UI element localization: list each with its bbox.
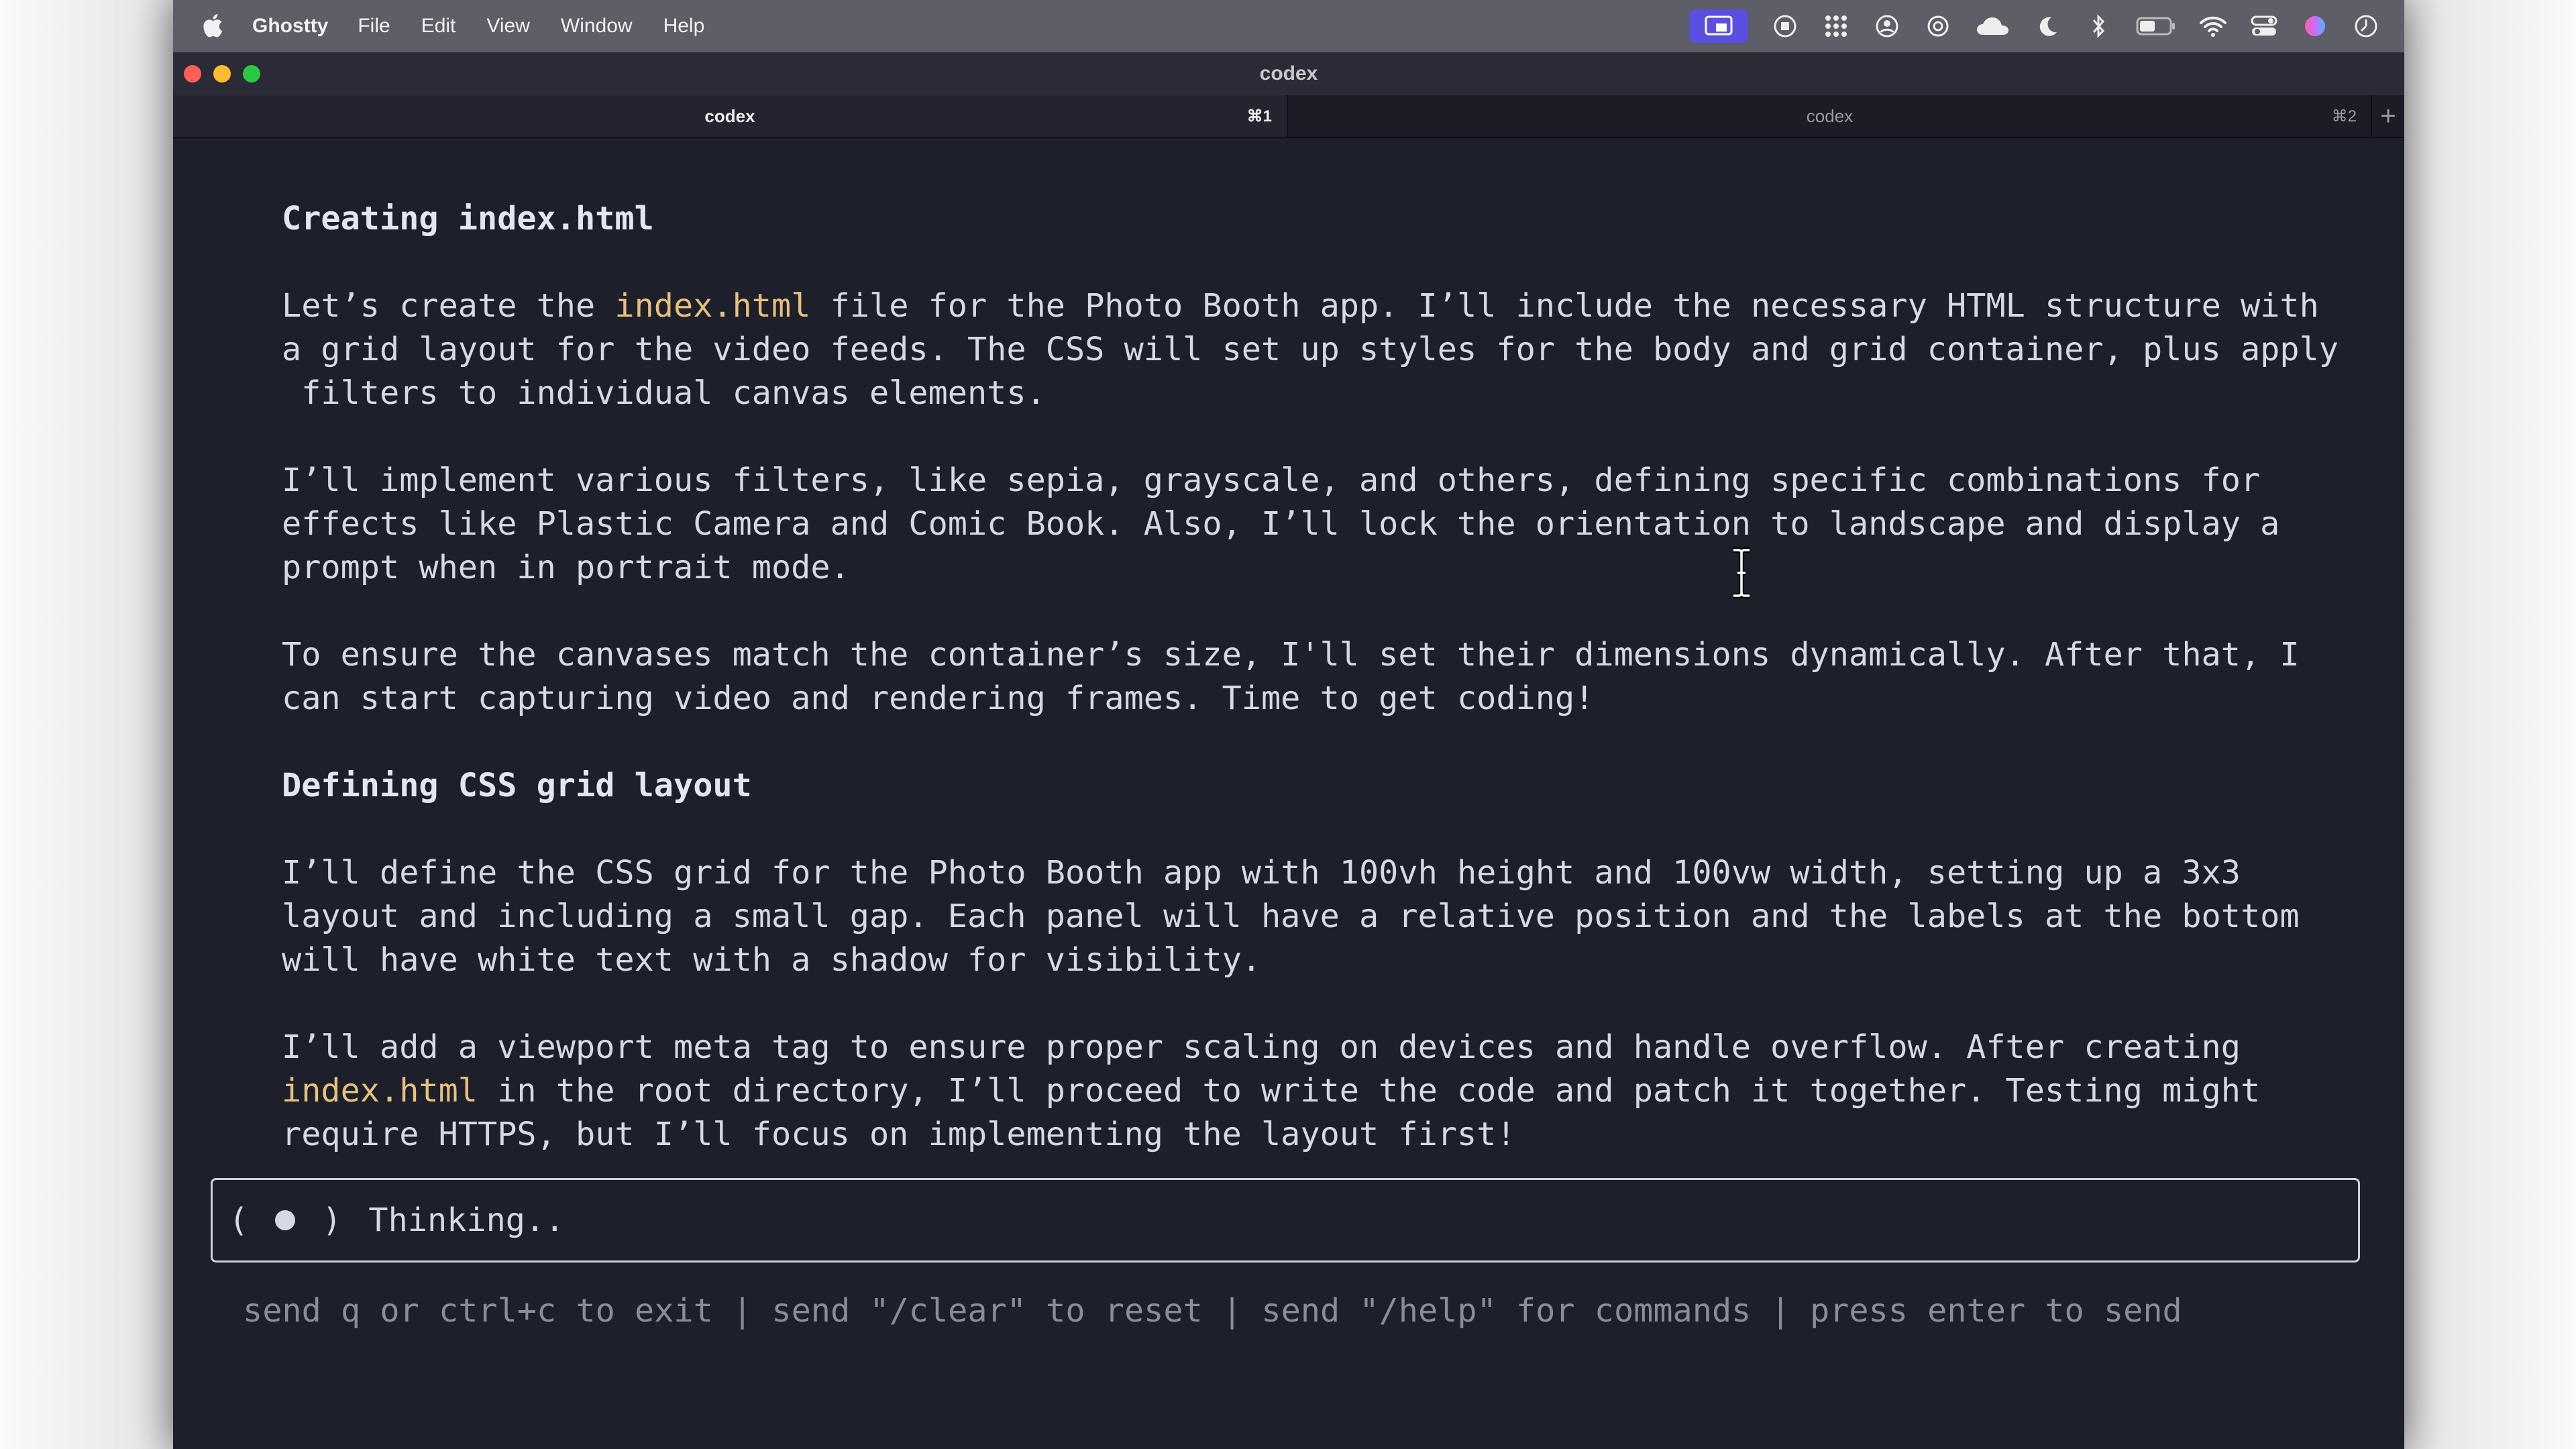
apple-icon[interactable] xyxy=(200,12,224,39)
clock-icon[interactable] xyxy=(2352,12,2380,40)
paragraph: I’ll add a viewport meta tag to ensure p… xyxy=(282,1026,2361,1157)
openai-icon[interactable] xyxy=(1924,12,1952,40)
spinner-open: ( xyxy=(229,1201,249,1239)
new-tab-button[interactable]: + xyxy=(2371,95,2404,137)
section-heading: Creating index.html xyxy=(282,200,654,237)
menu-app-name[interactable]: Ghostty xyxy=(252,15,328,38)
ghostty-window: Ghostty File Edit View Window Help codex… xyxy=(173,0,2404,1449)
moon-icon[interactable] xyxy=(2034,12,2062,40)
tab-label: codex xyxy=(1806,105,1854,126)
window-title: codex xyxy=(1259,62,1318,85)
section-heading: Defining CSS grid layout xyxy=(282,767,752,804)
tab-codex-1[interactable]: codex ⌘1 xyxy=(173,95,1287,137)
menu-help[interactable]: Help xyxy=(663,15,705,38)
menu-view[interactable]: View xyxy=(486,15,529,38)
terminal-output: Creating index.html Let’s create the ind… xyxy=(282,197,2361,1200)
paragraph: Let’s create the index.html file for the… xyxy=(282,284,2361,415)
minimize-button[interactable] xyxy=(213,65,231,83)
menu-file[interactable]: File xyxy=(358,15,390,38)
zoom-button[interactable] xyxy=(243,65,260,83)
paragraph: I’ll define the CSS grid for the Photo B… xyxy=(282,854,2300,979)
control-center-icon[interactable] xyxy=(2250,12,2278,40)
paragraph: To ensure the canvases match the contain… xyxy=(282,636,2300,717)
terminal-view[interactable]: Creating index.html Let’s create the ind… xyxy=(173,138,2404,1449)
wifi-icon[interactable] xyxy=(2199,12,2227,40)
text-cursor-icon xyxy=(1733,547,1750,598)
text: Let’s create the xyxy=(282,287,615,325)
filename-highlight: index.html xyxy=(614,287,811,325)
menu-edit[interactable]: Edit xyxy=(421,15,456,38)
spinner-dot-icon xyxy=(275,1210,296,1230)
battery-icon[interactable] xyxy=(2136,12,2176,40)
menu-window[interactable]: Window xyxy=(561,15,633,38)
tab-bar: codex ⌘1 codex ⌘2 + xyxy=(173,95,2404,138)
record-icon[interactable] xyxy=(1771,12,1799,40)
menu-bar: Ghostty File Edit View Window Help xyxy=(173,0,2404,52)
cloud-icon[interactable] xyxy=(1975,12,2011,40)
bluetooth-icon[interactable] xyxy=(2085,12,2113,40)
traffic-lights xyxy=(184,65,272,83)
filename-highlight: index.html xyxy=(282,1072,478,1110)
title-bar: codex xyxy=(173,52,2404,95)
status-tray xyxy=(1689,0,2380,52)
text: in the root directory, I’ll proceed to w… xyxy=(282,1072,2261,1153)
thinking-status-box: ( ) Thinking.. xyxy=(211,1178,2360,1263)
tab-shortcut: ⌘1 xyxy=(1246,107,1272,125)
tab-codex-2[interactable]: codex ⌘2 xyxy=(1287,95,2371,137)
screen-share-icon[interactable] xyxy=(1689,9,1748,43)
siri-icon[interactable] xyxy=(2301,12,2329,40)
grid-icon[interactable] xyxy=(1822,12,1850,40)
tab-shortcut: ⌘2 xyxy=(2331,107,2357,125)
thinking-label: Thinking.. xyxy=(368,1201,565,1239)
tab-label: codex xyxy=(704,105,755,126)
command-hint: send q or ctrl+c to exit | send "/clear"… xyxy=(243,1292,2182,1330)
spinner-close: ) xyxy=(322,1201,342,1239)
close-button[interactable] xyxy=(184,65,201,83)
text: I’ll add a viewport meta tag to ensure p… xyxy=(282,1028,2241,1066)
paragraph: I’ll implement various filters, like sep… xyxy=(282,462,2280,586)
contact-icon[interactable] xyxy=(1873,12,1901,40)
